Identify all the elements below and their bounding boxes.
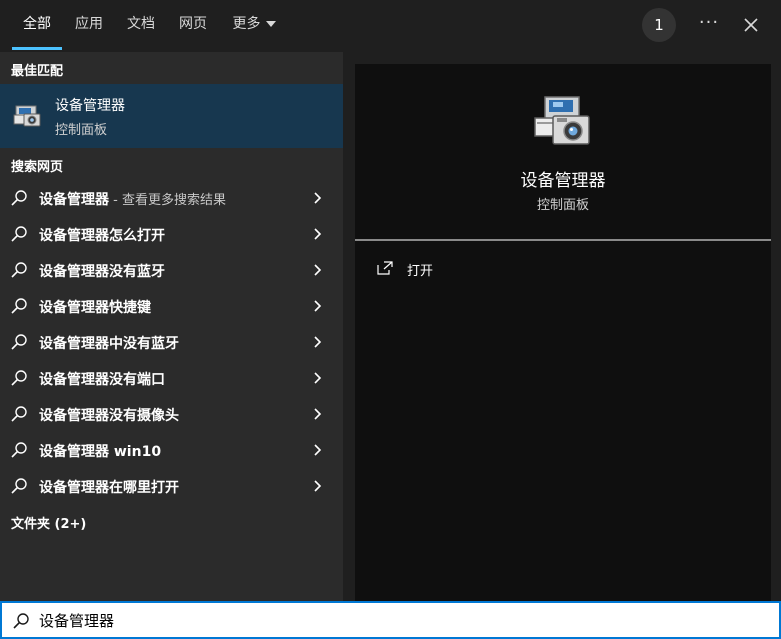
web-result-text: 设备管理器在哪里打开 — [39, 477, 179, 497]
web-result-text: 设备管理器怎么打开 — [39, 225, 165, 245]
search-bar[interactable] — [0, 601, 781, 639]
web-result-item[interactable]: 设备管理器怎么打开 — [0, 216, 343, 252]
search-input[interactable] — [39, 607, 739, 633]
caret-down-icon — [265, 21, 276, 27]
device-manager-icon — [534, 96, 590, 145]
open-icon — [377, 261, 393, 275]
tab-more-label: 更多 — [232, 16, 261, 32]
device-manager-icon — [13, 105, 41, 127]
web-result-item[interactable]: 设备管理器没有摄像头 — [0, 396, 343, 432]
best-match-item[interactable]: 设备管理器 控制面板 — [0, 84, 343, 148]
web-result-item[interactable]: 设备管理器快捷键 — [0, 288, 343, 324]
web-result-text: 设备管理器没有摄像头 — [39, 405, 179, 425]
tab-documents[interactable]: 文档 — [120, 0, 162, 50]
web-result-text: 设备管理器快捷键 — [39, 297, 151, 317]
web-result-query: 设备管理器没有蓝牙 — [39, 264, 165, 280]
chevron-right-icon[interactable] — [312, 299, 322, 313]
tab-web[interactable]: 网页 — [172, 0, 214, 50]
open-action-label: 打开 — [407, 264, 434, 279]
best-match-heading: 最佳匹配 — [11, 64, 64, 79]
chevron-right-icon[interactable] — [312, 191, 322, 205]
web-result-text: 设备管理器没有蓝牙 — [39, 261, 165, 281]
web-result-item[interactable]: 设备管理器中没有蓝牙 — [0, 324, 343, 360]
folders-heading[interactable]: 文件夹 (2+) — [11, 513, 86, 532]
tab-apps[interactable]: 应用 — [68, 0, 110, 50]
web-result-text: 设备管理器没有端口 — [39, 369, 165, 389]
web-result-item[interactable]: 设备管理器 - 查看更多搜索结果 — [0, 180, 343, 216]
search-icon — [13, 613, 29, 629]
preview-subtitle: 控制面板 — [536, 198, 589, 213]
rewards-badge[interactable]: 1 — [642, 8, 676, 42]
search-icon — [11, 442, 27, 458]
search-icon — [11, 406, 27, 422]
web-result-query: 设备管理器没有端口 — [39, 372, 165, 388]
search-icon — [11, 370, 27, 386]
web-result-item[interactable]: 设备管理器没有端口 — [0, 360, 343, 396]
web-result-query: 设备管理器快捷键 — [39, 300, 151, 316]
chevron-right-icon[interactable] — [312, 227, 322, 241]
tab-more[interactable]: 更多 — [226, 0, 282, 50]
best-match-name: 设备管理器 — [55, 98, 125, 114]
tab-apps-label: 应用 — [75, 16, 103, 32]
top-bar: 全部 应用 文档 网页 更多 1 ··· — [0, 0, 781, 52]
web-result-query: 设备管理器在哪里打开 — [39, 480, 179, 496]
chevron-right-icon[interactable] — [312, 335, 322, 349]
web-result-text: 设备管理器 win10 — [39, 441, 161, 461]
divider — [355, 239, 771, 241]
active-tab-indicator — [12, 47, 62, 50]
chevron-right-icon[interactable] — [312, 443, 322, 457]
chevron-right-icon[interactable] — [312, 407, 322, 421]
web-result-query: 设备管理器 win10 — [39, 444, 162, 460]
web-result-item[interactable]: 设备管理器没有蓝牙 — [0, 252, 343, 288]
tab-web-label: 网页 — [179, 16, 207, 32]
chevron-right-icon[interactable] — [312, 263, 322, 277]
web-result-extra: - 查看更多搜索结果 — [109, 193, 226, 208]
preview-title: 设备管理器 — [520, 171, 606, 191]
web-result-query: 设备管理器没有摄像头 — [39, 408, 179, 424]
web-search-heading: 搜索网页 — [11, 160, 64, 175]
search-icon — [11, 298, 27, 314]
search-icon — [11, 478, 27, 494]
best-match-subtitle: 控制面板 — [55, 123, 108, 138]
close-icon — [744, 18, 758, 32]
search-window: 全部 应用 文档 网页 更多 1 ··· 最佳匹配 设备管理器 控制面板 搜索网… — [0, 0, 781, 639]
search-icon — [11, 334, 27, 350]
web-result-query: 设备管理器怎么打开 — [39, 228, 165, 244]
web-result-item[interactable]: 设备管理器在哪里打开 — [0, 468, 343, 504]
search-icon — [11, 262, 27, 278]
web-result-item[interactable]: 设备管理器 win10 — [0, 432, 343, 468]
web-result-text: 设备管理器 - 查看更多搜索结果 — [39, 189, 226, 209]
preview-panel: 设备管理器 控制面板 打开 — [355, 64, 771, 601]
tab-documents-label: 文档 — [127, 16, 155, 32]
tab-all[interactable]: 全部 — [12, 0, 62, 50]
web-result-query: 设备管理器 — [39, 192, 109, 208]
chevron-right-icon[interactable] — [312, 479, 322, 493]
web-result-text: 设备管理器中没有蓝牙 — [39, 333, 179, 353]
more-options-button[interactable]: ··· — [694, 8, 724, 42]
close-button[interactable] — [736, 8, 766, 42]
chevron-right-icon[interactable] — [312, 371, 322, 385]
results-panel: 最佳匹配 设备管理器 控制面板 搜索网页 设备管理器 - 查看更多搜索结果 设备管… — [0, 52, 343, 601]
web-result-query: 设备管理器中没有蓝牙 — [39, 336, 179, 352]
search-icon — [11, 226, 27, 242]
tab-all-label: 全部 — [23, 16, 51, 32]
search-icon — [11, 190, 27, 206]
